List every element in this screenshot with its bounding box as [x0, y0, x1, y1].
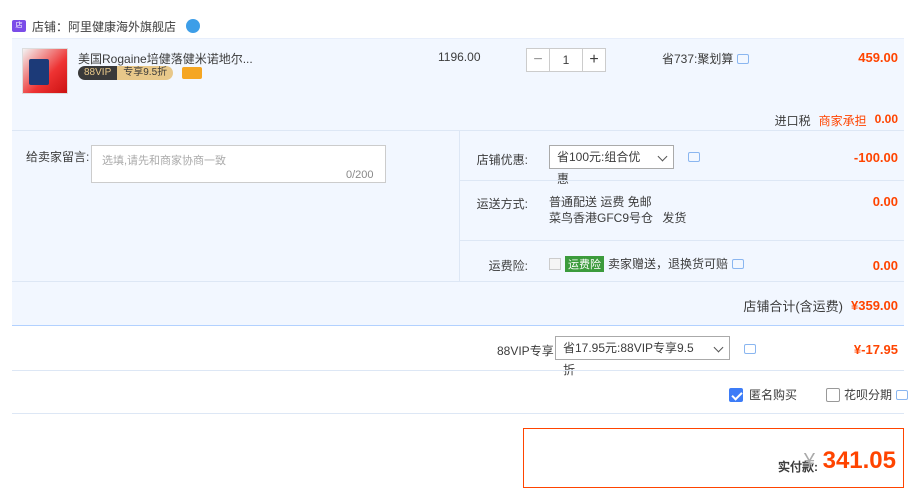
- message-placeholder: 选填,请先和商家协商一致: [102, 155, 227, 167]
- store-total: 店铺合计(含运费) ¥359.00: [743, 296, 898, 315]
- shipping-origin: 菜鸟香港GFC9号仓 发货: [549, 210, 686, 226]
- shop-name-link[interactable]: 阿里健康海外旗舰店: [68, 18, 176, 35]
- shipping-label: 运送方式:: [476, 197, 528, 211]
- vip-info-icon[interactable]: [744, 344, 756, 354]
- product-title[interactable]: 美国Rogaine培健落健米诺地尔...: [78, 50, 418, 67]
- card-icon: [182, 67, 202, 79]
- insurance-info-icon[interactable]: [732, 259, 745, 269]
- item-total: 459.00: [858, 50, 898, 65]
- vip-selected: 省17.95元:88VIP专享9.5折: [563, 341, 694, 377]
- quantity-input[interactable]: 1: [550, 48, 582, 72]
- vip-select[interactable]: 省17.95元:88VIP专享9.5折: [555, 336, 730, 377]
- tax-value: 0.00: [874, 112, 898, 126]
- promo-text: 省737:聚划算: [662, 52, 734, 66]
- shipping-dispatch: 发货: [662, 211, 687, 225]
- product-thumbnail[interactable]: [22, 48, 68, 94]
- huabei-checkbox[interactable]: [826, 387, 840, 402]
- discount-label: 店铺优惠:: [476, 153, 528, 167]
- message-label: 给卖家留言:: [26, 150, 90, 164]
- chat-seller-icon[interactable]: [186, 19, 201, 33]
- divider: [460, 180, 904, 181]
- pay-amount: 341.05: [822, 447, 896, 474]
- vip-badge: 88VIP 专享9.5折: [78, 66, 174, 80]
- divider: [12, 281, 904, 282]
- quantity-decrease-button[interactable]: −: [526, 48, 550, 72]
- shop-icon: 店: [12, 20, 26, 32]
- promo-info: 省737:聚划算: [662, 50, 750, 67]
- vip-value: ¥-17.95: [853, 342, 898, 357]
- huabei-info-icon[interactable]: [896, 389, 909, 400]
- insurance-label: 运费险:: [488, 259, 528, 273]
- shipping-value: 0.00: [872, 194, 898, 209]
- tax-label: 进口税: [774, 114, 811, 128]
- divider: [12, 370, 904, 371]
- insurance-value: 0.00: [872, 258, 898, 273]
- divider: [12, 413, 904, 414]
- quantity-stepper: − 1 +: [526, 48, 606, 72]
- vip-badge-label: 88VIP: [78, 66, 118, 80]
- insurance-row: 运费险 卖家赠送，退换货可赔: [549, 256, 745, 272]
- insurance-tag: 运费险: [565, 256, 604, 272]
- chevron-down-icon: [713, 342, 724, 353]
- insurance-checkbox: [549, 258, 561, 270]
- pay-currency: ¥: [803, 450, 815, 472]
- anonymous-checkbox[interactable]: [729, 387, 743, 402]
- divider: [460, 240, 904, 241]
- discount-info-icon[interactable]: [688, 152, 700, 162]
- vip-label: 88VIP专享: [497, 344, 554, 358]
- store-total-label: 店铺合计(含运费): [743, 299, 843, 314]
- quantity-increase-button[interactable]: +: [582, 48, 606, 72]
- store-total-value: ¥359.00: [851, 298, 898, 313]
- unit-price: 1196.00: [438, 50, 481, 64]
- import-tax-row: 进口税 商家承担 0.00: [775, 112, 898, 129]
- huabei-label: 花呗分期: [844, 388, 893, 402]
- vip-discount-label: 专享9.5折: [117, 66, 174, 80]
- tax-seller: 商家承担: [818, 114, 867, 128]
- huabei-option[interactable]: 花呗分期: [826, 386, 909, 403]
- promo-info-icon[interactable]: [737, 53, 750, 64]
- chevron-down-icon: [657, 151, 668, 162]
- discount-select[interactable]: 省100元:组合优惠: [549, 145, 674, 186]
- anonymous-option[interactable]: 匿名购买: [729, 386, 797, 403]
- shipping-warehouse: 菜鸟香港GFC9号仓: [549, 211, 654, 225]
- shop-header: 店 店铺： 阿里健康海外旗舰店: [12, 16, 201, 36]
- discount-value: -100.00: [853, 150, 898, 165]
- anonymous-label: 匿名购买: [749, 388, 798, 402]
- divider: [12, 130, 904, 131]
- shipping-method: 普通配送 运费 免邮: [549, 195, 652, 209]
- shop-label: 店铺：: [32, 19, 69, 34]
- insurance-text: 卖家赠送，退换货可赔: [608, 257, 729, 271]
- message-char-count: 0/200: [346, 169, 374, 181]
